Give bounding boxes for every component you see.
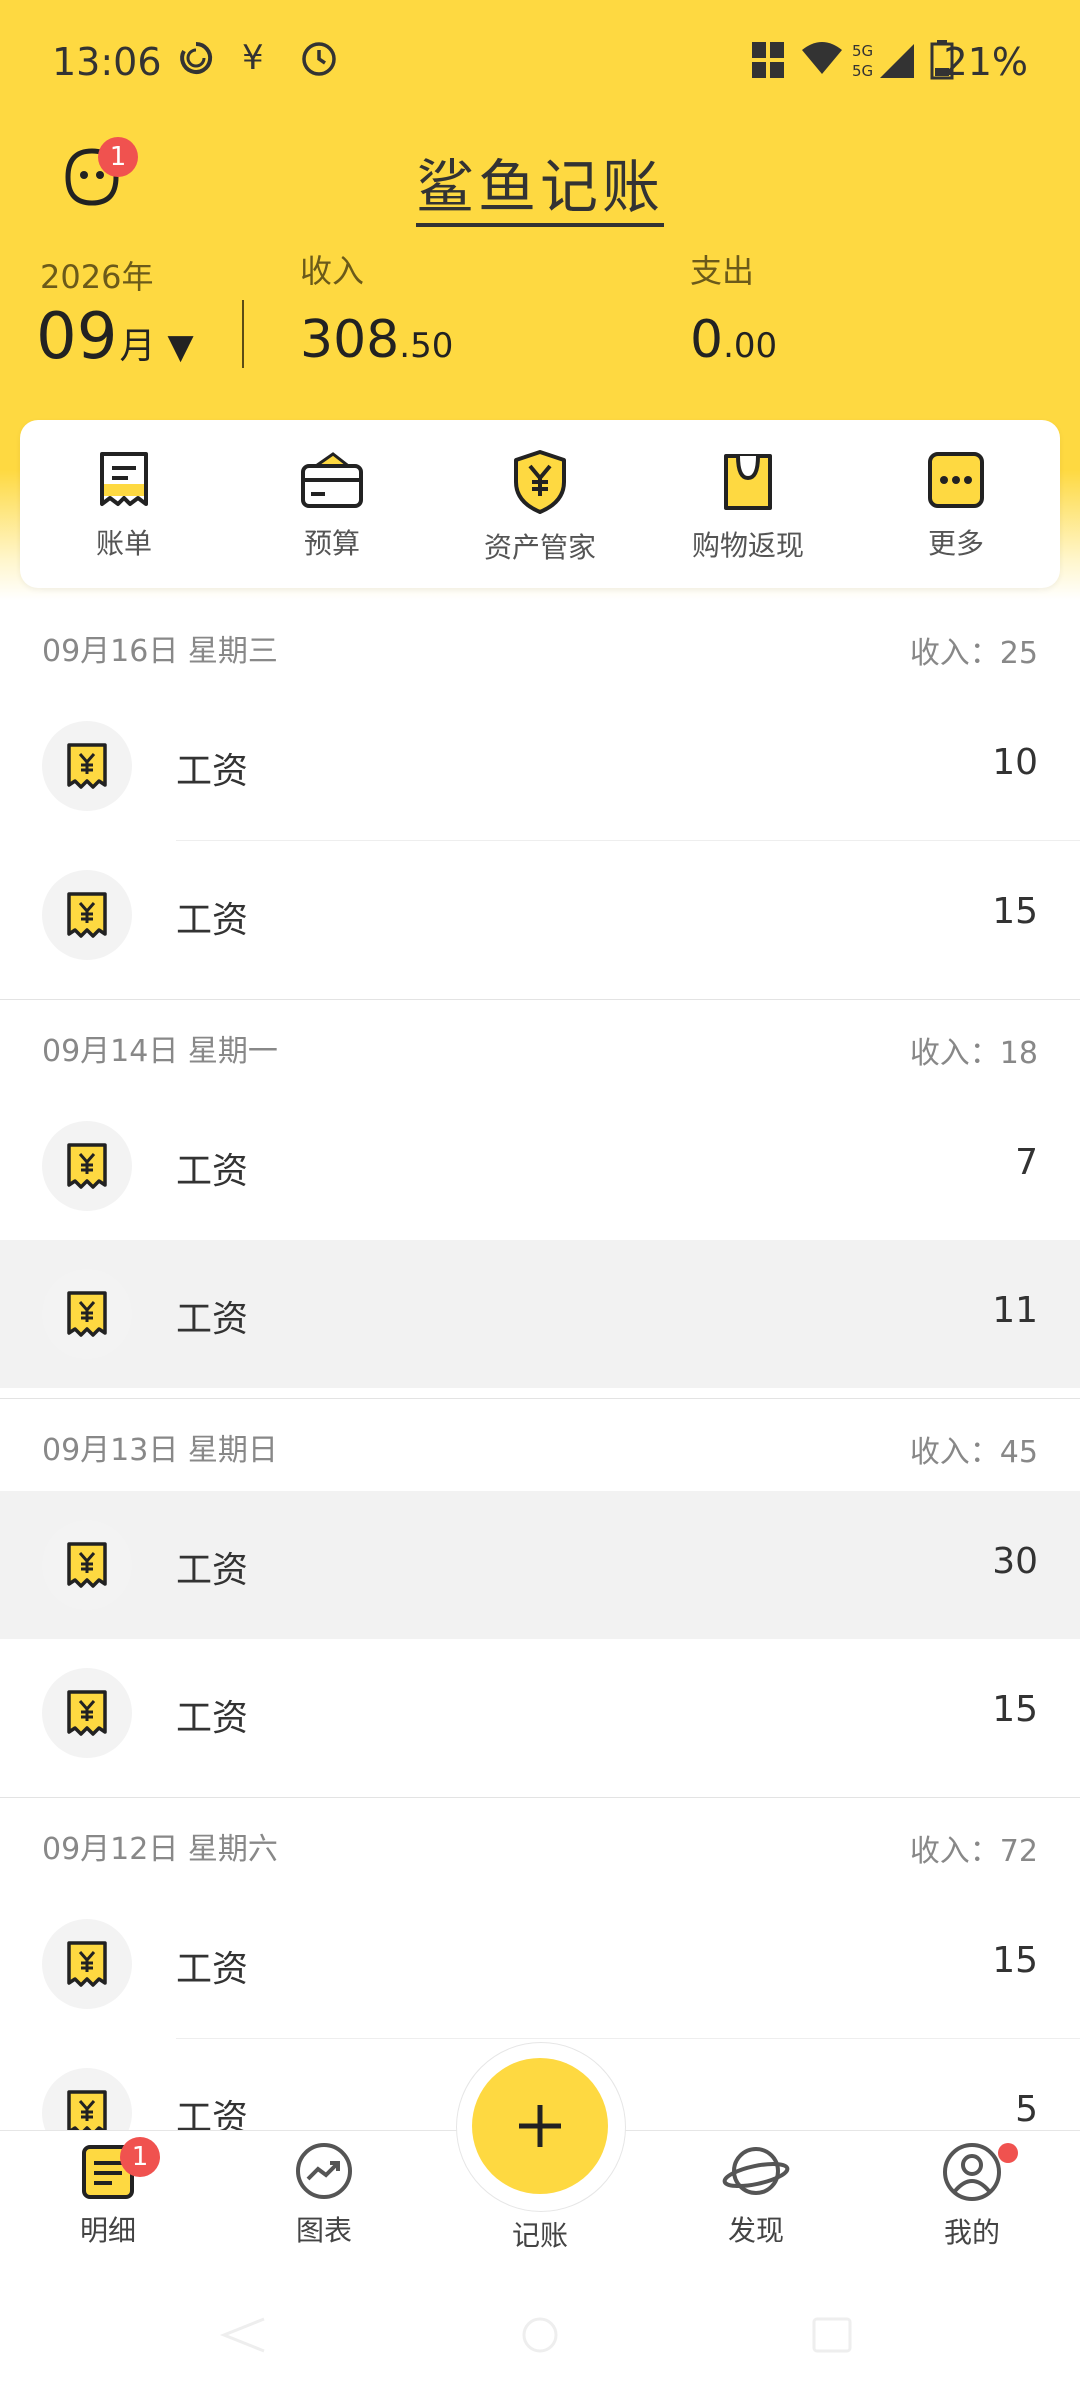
category-icon-wrap bbox=[42, 721, 132, 811]
quick-action-budget[interactable]: 预算 bbox=[232, 448, 432, 562]
hd-signal-icon bbox=[750, 40, 788, 84]
salary-receipt-icon bbox=[67, 1941, 107, 1987]
transaction-name: 工资 bbox=[176, 1299, 249, 1340]
transaction-amount: 15 bbox=[992, 1940, 1038, 1981]
quick-action-asset[interactable]: 资产管家 bbox=[440, 448, 640, 566]
month-unit: 月 bbox=[119, 326, 156, 367]
income-label: 收入 bbox=[300, 252, 365, 290]
header-divider bbox=[242, 300, 244, 368]
income-total: 308.50 bbox=[300, 310, 454, 370]
status-time: 13:06 bbox=[52, 40, 162, 84]
transaction-row[interactable]: 工资 7 bbox=[0, 1092, 1080, 1240]
nav-chart[interactable]: 图表 bbox=[244, 2141, 404, 2249]
transaction-name: 工资 bbox=[176, 751, 249, 792]
transaction-amount: 30 bbox=[992, 1541, 1038, 1582]
transaction-list: 09月16日 星期三 收入：25 工资 10 工资 15 09月14日 星期一 … bbox=[0, 600, 1080, 2187]
home-gesture-icon[interactable] bbox=[518, 2315, 562, 2355]
day-header: 09月14日 星期一 收入：18 bbox=[0, 1000, 1080, 1092]
transaction-name: 工资 bbox=[176, 1698, 249, 1739]
transaction-amount: 10 bbox=[992, 742, 1038, 783]
transaction-amount: 7 bbox=[1015, 1142, 1038, 1183]
transaction-row[interactable]: 工资 15 bbox=[0, 841, 1080, 989]
transaction-amount: 11 bbox=[992, 1290, 1038, 1331]
caret-down-icon: ▼ bbox=[167, 327, 194, 367]
salary-receipt-icon bbox=[67, 1291, 107, 1337]
transaction-row[interactable]: 工资 15 bbox=[0, 1890, 1080, 2038]
shield-yuan-icon bbox=[514, 450, 566, 514]
month-selector[interactable]: 09月 ▼ bbox=[36, 300, 194, 374]
more-icon bbox=[928, 452, 984, 508]
quick-actions-card: 账单 预算 资产管家 购物返现 更多 bbox=[20, 420, 1060, 588]
svg-text:5G: 5G bbox=[852, 42, 873, 60]
record-button[interactable] bbox=[472, 2058, 608, 2194]
transaction-row[interactable]: 工资 15 bbox=[0, 1639, 1080, 1787]
nav-detail[interactable]: 明细 1 bbox=[28, 2137, 188, 2249]
recents-gesture-icon[interactable] bbox=[810, 2315, 854, 2355]
category-icon-wrap bbox=[42, 1121, 132, 1211]
salary-receipt-icon bbox=[67, 743, 107, 789]
transaction-name: 工资 bbox=[176, 1550, 249, 1591]
day-date: 09月12日 星期六 bbox=[42, 1832, 278, 1867]
day-header: 09月12日 星期六 收入：72 bbox=[0, 1798, 1080, 1890]
category-icon-wrap bbox=[42, 1668, 132, 1758]
salary-receipt-icon bbox=[67, 892, 107, 938]
transaction-name: 工资 bbox=[176, 1949, 249, 1990]
transaction-amount: 15 bbox=[992, 891, 1038, 932]
sync-icon bbox=[178, 40, 214, 80]
cellular-signal-icon: 5G 5G bbox=[852, 40, 916, 84]
expense-label: 支出 bbox=[690, 252, 755, 290]
shopping-bag-icon bbox=[724, 454, 772, 510]
category-icon-wrap bbox=[42, 1919, 132, 2009]
detail-badge: 1 bbox=[120, 2137, 160, 2177]
quick-action-cashback[interactable]: 购物返现 bbox=[648, 448, 848, 564]
salary-receipt-icon bbox=[67, 1542, 107, 1588]
bill-icon bbox=[100, 452, 148, 506]
svg-text:5G: 5G bbox=[852, 62, 873, 80]
category-icon-wrap bbox=[42, 1269, 132, 1359]
plus-icon bbox=[519, 2105, 561, 2147]
category-icon-wrap bbox=[42, 1520, 132, 1610]
clock-icon bbox=[300, 40, 338, 82]
status-bar: 13:06 ¥ 5G 5G 21% bbox=[0, 0, 1080, 125]
transaction-name: 工资 bbox=[176, 1151, 249, 1192]
day-income: 收入：45 bbox=[909, 1435, 1038, 1470]
app-title: 鲨鱼记账 bbox=[0, 140, 1080, 227]
salary-receipt-icon bbox=[67, 1690, 107, 1736]
yuan-status-icon: ¥ bbox=[242, 38, 264, 78]
year-label: 2026年 bbox=[40, 258, 154, 296]
day-header: 09月16日 星期三 收入：25 bbox=[0, 600, 1080, 692]
wallet-icon bbox=[301, 452, 363, 508]
planet-icon bbox=[722, 2147, 790, 2195]
transaction-row[interactable]: 工资 10 bbox=[0, 692, 1080, 840]
day-income: 收入：18 bbox=[909, 1036, 1038, 1071]
transaction-row[interactable]: 工资 30 bbox=[0, 1491, 1080, 1639]
mine-notification-dot bbox=[998, 2143, 1018, 2163]
quick-action-bill[interactable]: 账单 bbox=[24, 448, 224, 562]
day-date: 09月16日 星期三 bbox=[42, 634, 278, 669]
day-header: 09月13日 星期日 收入：45 bbox=[0, 1399, 1080, 1491]
day-income: 收入：25 bbox=[909, 636, 1038, 671]
salary-receipt-icon bbox=[67, 1143, 107, 1189]
day-date: 09月14日 星期一 bbox=[42, 1034, 278, 1069]
quick-action-more[interactable]: 更多 bbox=[856, 448, 1056, 562]
back-gesture-icon[interactable] bbox=[218, 2315, 268, 2355]
transaction-row[interactable]: 工资 11 bbox=[0, 1240, 1080, 1388]
transaction-amount: 15 bbox=[992, 1689, 1038, 1730]
transaction-name: 工资 bbox=[176, 900, 249, 941]
day-income: 收入：72 bbox=[909, 1834, 1038, 1869]
nav-mine[interactable]: 我的 bbox=[892, 2141, 1052, 2251]
transaction-amount: 5 bbox=[1015, 2089, 1038, 2130]
battery-percent: 21% bbox=[943, 40, 1028, 84]
day-date: 09月13日 星期日 bbox=[42, 1433, 278, 1468]
nav-discover[interactable]: 发现 bbox=[676, 2141, 836, 2249]
user-profile-icon bbox=[943, 2143, 1001, 2201]
category-icon-wrap bbox=[42, 870, 132, 960]
wifi-icon bbox=[800, 40, 844, 80]
chart-trend-icon bbox=[296, 2143, 352, 2199]
expense-total: 0.00 bbox=[690, 310, 778, 370]
record-label: 记账 bbox=[511, 2219, 568, 2252]
month-number: 09 bbox=[36, 300, 118, 374]
